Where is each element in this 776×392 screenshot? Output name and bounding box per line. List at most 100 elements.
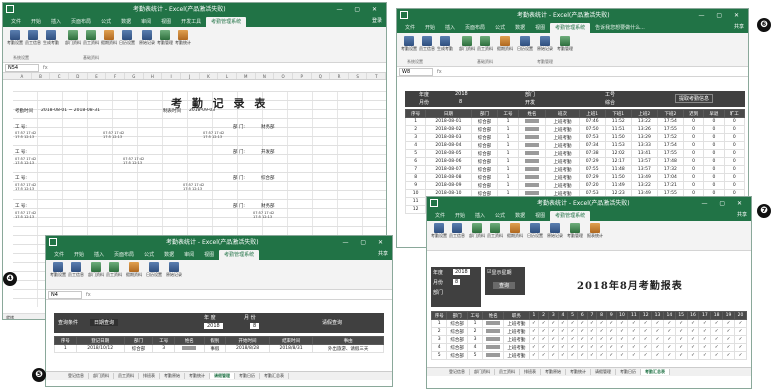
btn-employee-info[interactable]: 员工信息 <box>449 223 465 238</box>
save-icon[interactable] <box>400 11 408 19</box>
table-row[interactable]: 5 综合部 5 上班考勤 ✓ ✓ ✓ ✓ ✓ ✓ ✓ ✓ ✓ ✓ ✓ ✓ ✓ ✓ ✓ ✓ ✓ ✓ ✓ ✓ <box>430 351 748 360</box>
btn-generate-sheet[interactable]: 生成考勤表 <box>43 30 59 45</box>
btn-calendar[interactable]: 日历设置 <box>146 262 162 277</box>
name-box[interactable]: W8 <box>399 68 433 76</box>
tab-data[interactable]: 数据 <box>116 17 136 27</box>
tab-data[interactable]: 数据 <box>159 250 179 260</box>
sheet-tab[interactable]: 请假管理 <box>591 369 616 375</box>
table-row[interactable]: 1 综合部 1 上班考勤 ✓ ✓ ✓ ✓ ✓ ✓ ✓ ✓ ✓ ✓ ✓ ✓ ✓ ✓ ✓ ✓ ✓ ✓ ✓ ✓ <box>430 319 748 328</box>
window-controls[interactable]: — ▢ ✕ <box>698 9 744 22</box>
name-box[interactable]: N4 <box>48 291 82 299</box>
tab-view[interactable]: 视图 <box>156 17 176 27</box>
tab-layout[interactable]: 页面布局 <box>66 17 96 27</box>
btn-dept[interactable]: 部门资料 <box>459 36 475 51</box>
btn-dept[interactable]: 部门资料 <box>65 30 81 45</box>
btn-holiday[interactable]: 假期资料 <box>126 262 142 277</box>
tab-formula[interactable]: 公式 <box>490 23 510 33</box>
sheet-tab[interactable]: 考勤原始 <box>160 373 185 379</box>
window-controls[interactable]: — ▢ ✕ <box>342 236 388 249</box>
table-row[interactable]: 4 2018-08-04 综合部 1 上班考勤 07:34 11:53 13:33 17:54 0… <box>404 141 746 150</box>
btn-holiday[interactable]: 假期资料 <box>497 36 513 51</box>
table-row[interactable]: 2 综合部 2 上班考勤 ✓ ✓ ✓ ✓ ✓ ✓ ✓ ✓ ✓ ✓ ✓ ✓ ✓ ✓ ✓ ✓ ✓ ✓ ✓ ✓ <box>430 327 748 336</box>
btn-calendar[interactable]: 日历设置 <box>517 36 533 51</box>
tab-data[interactable]: 数据 <box>510 23 530 33</box>
sheet-tab[interactable]: 登记信息 <box>64 373 89 379</box>
tab-attendance[interactable]: 考勤管理系统 <box>550 211 591 221</box>
tab-insert[interactable]: 插入 <box>89 250 109 260</box>
btn-calendar[interactable]: 日历设置 <box>527 223 543 238</box>
leave-query-button[interactable]: 请假查询 <box>322 319 342 326</box>
tab-file[interactable]: 文件 <box>49 250 69 260</box>
btn-employee-info[interactable]: 员工信息 <box>68 262 84 277</box>
btn-raw-records[interactable]: 原始记录 <box>166 262 182 277</box>
extract-button[interactable]: 提取考勤信息 <box>675 94 714 103</box>
sheet-tab[interactable]: 考勤统计 <box>566 369 591 375</box>
table-row[interactable]: 9 2018-08-09 综合部 1 上班考勤 07:20 11:49 13:22 17:21 0… <box>404 181 746 190</box>
sheet-tab[interactable]: 考勤日历 <box>235 373 260 379</box>
table-row[interactable]: 2 2018-08-02 综合部 1 上班考勤 07:50 11:51 13:26 17:55 0… <box>404 125 746 134</box>
btn-staff[interactable]: 员工资料 <box>477 36 493 51</box>
sheet-tab-active[interactable]: 请假管理 <box>210 373 235 379</box>
tab-formula[interactable]: 公式 <box>139 250 159 260</box>
sheet-tab[interactable]: 考勤汇总表 <box>260 373 289 379</box>
table-row[interactable]: 8 2018-08-08 综合部 1 上班考勤 07:29 11:50 13:49 17:04 0… <box>404 173 746 182</box>
tab-view[interactable]: 视图 <box>530 23 550 33</box>
window-controls[interactable]: — ▢ ✕ <box>336 3 382 16</box>
tell-me[interactable]: 告诉我您想要做什么... <box>590 23 650 33</box>
btn-staff[interactable]: 员工资料 <box>83 30 99 45</box>
sheet-tab[interactable]: 排班表 <box>139 373 160 379</box>
save-icon[interactable] <box>430 199 438 207</box>
window-controls[interactable]: — ▢ ✕ <box>701 197 747 210</box>
sheet-tab[interactable]: 部门资料 <box>470 369 495 375</box>
btn-manage[interactable]: 考勤管理 <box>157 30 173 45</box>
table-row[interactable]: 3 综合部 3 上班考勤 ✓ ✓ ✓ ✓ ✓ ✓ ✓ ✓ ✓ ✓ ✓ ✓ ✓ ✓ ✓ ✓ ✓ ✓ ✓ ✓ <box>430 335 748 344</box>
share-link[interactable]: 共享 <box>378 250 388 257</box>
tab-insert[interactable]: 插入 <box>440 23 460 33</box>
tab-attendance[interactable]: 考勤管理系统 <box>206 17 247 27</box>
name-box[interactable]: N54 <box>5 64 39 72</box>
btn-report[interactable]: 报表统计 <box>587 223 603 238</box>
btn-settings[interactable]: 考勤设置 <box>50 262 66 277</box>
btn-settings[interactable]: 考勤设置 <box>7 30 23 45</box>
login-link[interactable]: 登录 <box>372 17 382 24</box>
table-row[interactable]: 1 2018/10/12 综合部 3 事假 2018/8/28 2018/8/3… <box>54 344 384 353</box>
tab-developer[interactable]: 开发工具 <box>176 17 206 27</box>
sheet-tab[interactable]: 登记信息 <box>445 369 470 375</box>
btn-raw-records[interactable]: 原始记录 <box>547 223 563 238</box>
btn-generate-sheet[interactable]: 生成考勤表 <box>437 36 453 51</box>
tab-file[interactable]: 文件 <box>6 17 26 27</box>
tab-view[interactable]: 视图 <box>199 250 219 260</box>
tab-view[interactable]: 视图 <box>530 211 550 221</box>
query-button[interactable]: 查询 <box>493 282 516 289</box>
btn-holiday[interactable]: 假期资料 <box>101 30 117 45</box>
btn-raw-records[interactable]: 原始记录 <box>537 36 553 51</box>
table-row[interactable]: 1 2018-08-01 综合部 1 上班考勤 07:46 11:52 13:22 17:54 0… <box>404 117 746 126</box>
btn-raw-records[interactable]: 原始记录 <box>139 30 155 45</box>
tab-review[interactable]: 审阅 <box>179 250 199 260</box>
sheet-tab[interactable]: 考勤日历 <box>616 369 641 375</box>
share-link[interactable]: 共享 <box>734 23 744 30</box>
tab-home[interactable]: 开始 <box>450 211 470 221</box>
tab-home[interactable]: 开始 <box>26 17 46 27</box>
tab-attendance[interactable]: 考勤管理系统 <box>219 250 260 260</box>
btn-manage[interactable]: 考勤管理 <box>557 36 573 51</box>
sheet-tab[interactable]: 部门资料 <box>89 373 114 379</box>
tab-home[interactable]: 开始 <box>420 23 440 33</box>
btn-settings[interactable]: 考勤设置 <box>431 223 447 238</box>
tab-formula[interactable]: 公式 <box>490 211 510 221</box>
tab-file[interactable]: 文件 <box>400 23 420 33</box>
tab-data[interactable]: 数据 <box>510 211 530 221</box>
sheet-tab[interactable]: 考勤原始 <box>541 369 566 375</box>
btn-manage[interactable]: 考勤管理 <box>567 223 583 238</box>
btn-stats[interactable]: 考勤统计 <box>175 30 191 45</box>
table-row[interactable]: 7 2018-08-07 综合部 1 上班考勤 07:55 11:48 13:57 17:32 0… <box>404 165 746 174</box>
tab-file[interactable]: 文件 <box>430 211 450 221</box>
tab-insert[interactable]: 插入 <box>470 211 490 221</box>
btn-dept[interactable]: 部门资料 <box>88 262 104 277</box>
btn-settings[interactable]: 考勤设置 <box>401 36 417 51</box>
sheet-tab[interactable]: 考勤统计 <box>185 373 210 379</box>
btn-staff[interactable]: 员工资料 <box>487 223 503 238</box>
tab-layout[interactable]: 页面布局 <box>460 23 490 33</box>
show-weekday-checkbox[interactable]: ☑ 显示星期 <box>487 269 512 276</box>
btn-staff[interactable]: 员工资料 <box>106 262 122 277</box>
